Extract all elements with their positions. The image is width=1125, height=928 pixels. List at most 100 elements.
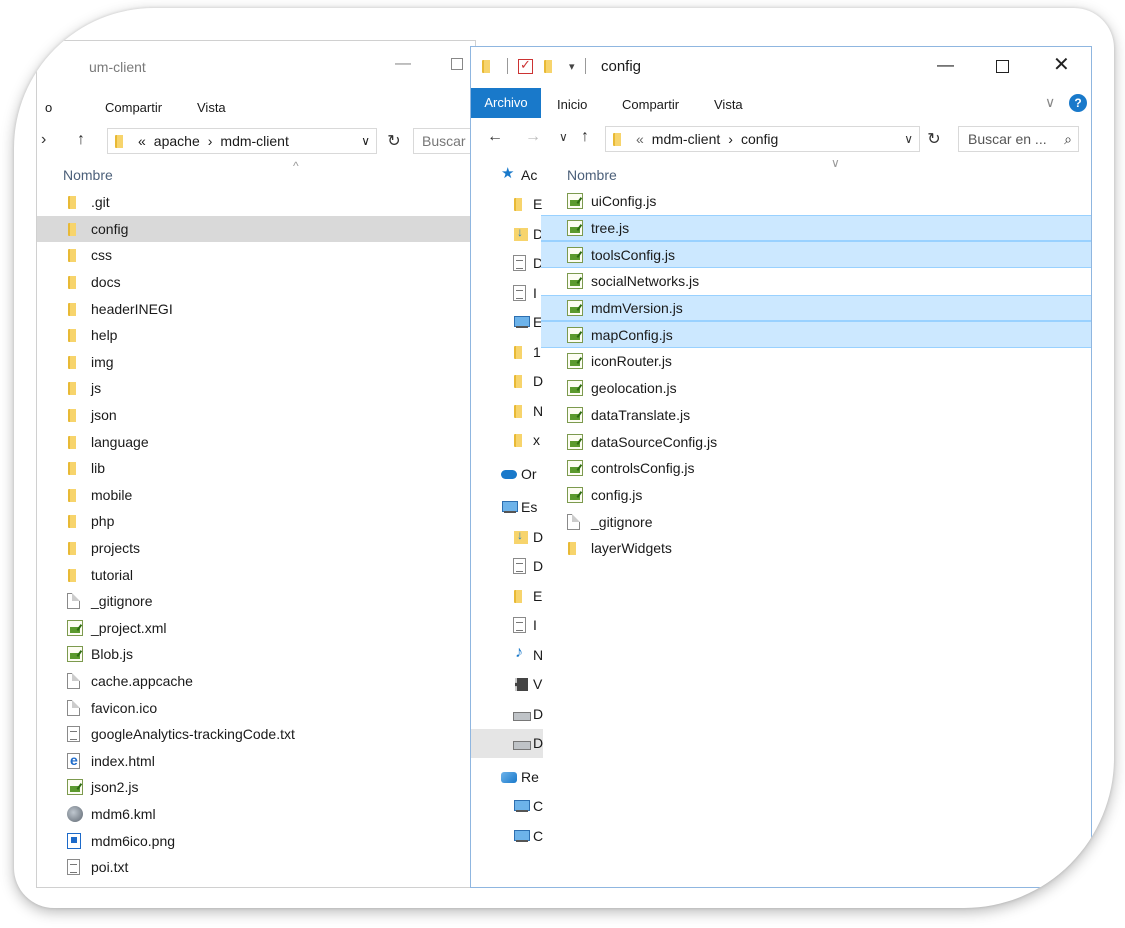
column-header-nombre[interactable]: Nombre ∨ (543, 156, 1091, 188)
nav-item[interactable]: E (471, 308, 543, 338)
list-item[interactable]: php (37, 508, 475, 535)
nav-item[interactable]: E (471, 581, 543, 611)
list-item[interactable]: cache.appcache (37, 668, 475, 695)
list-item[interactable]: mdm6.kml (37, 801, 475, 828)
forward-arrow-icon[interactable]: → (525, 128, 541, 146)
list-item[interactable]: mobile (37, 482, 475, 509)
up-arrow-icon[interactable]: ↑ (77, 131, 85, 149)
minimize-button[interactable]: — (937, 55, 954, 75)
list-item[interactable]: docs (37, 269, 475, 296)
list-item[interactable]: geolocation.js (541, 375, 1091, 402)
column-header-nombre[interactable]: Nombre ^ (37, 159, 475, 189)
nav-item[interactable]: N (471, 396, 543, 426)
maximize-button[interactable] (451, 58, 463, 70)
list-item[interactable]: dataTranslate.js (541, 402, 1091, 429)
list-item[interactable]: .git (37, 189, 475, 216)
list-item[interactable]: dataSourceConfig.js (541, 428, 1091, 455)
nav-item[interactable]: C (471, 792, 543, 822)
list-item[interactable]: iconRouter.js (541, 348, 1091, 375)
tab-compartir[interactable]: Compartir (622, 97, 679, 112)
list-item[interactable]: Blob.js (37, 641, 475, 668)
nav-item[interactable]: I (471, 611, 543, 641)
tab-vista[interactable]: Vista (197, 100, 226, 115)
minimize-button[interactable]: — (395, 55, 411, 73)
close-button[interactable]: ✕ (1053, 52, 1070, 77)
list-item[interactable]: googleAnalytics-trackingCode.txt (37, 721, 475, 748)
tab-vista[interactable]: Vista (714, 97, 743, 112)
qat-dropdown-icon[interactable]: ▾ (569, 60, 575, 73)
list-item[interactable]: language (37, 428, 475, 455)
breadcrumb-mdm-client[interactable]: mdm-client (652, 131, 720, 147)
list-item[interactable]: help (37, 322, 475, 349)
nav-item[interactable]: Es (471, 493, 543, 523)
address-bar[interactable]: « apache › mdm-client ∨ (107, 128, 377, 154)
nav-item[interactable]: Or (471, 459, 543, 489)
tab-inicio[interactable]: Inicio (557, 97, 587, 112)
list-item[interactable]: favicon.ico (37, 694, 475, 721)
list-item[interactable]: js (37, 375, 475, 402)
expand-ribbon-icon[interactable]: ∨ (1045, 94, 1055, 111)
breadcrumb-apache[interactable]: apache (154, 133, 200, 149)
nav-item[interactable]: D (471, 728, 543, 758)
nav-item[interactable]: D (471, 249, 543, 279)
chevron-down-icon[interactable]: ∨ (361, 134, 370, 148)
address-bar[interactable]: « mdm-client › config ∨ (605, 126, 920, 152)
nav-item[interactable]: Ac (471, 160, 543, 190)
tab-archivo[interactable]: Archivo (471, 88, 541, 118)
search-input[interactable]: Buscar en ... ⌕ (958, 126, 1079, 152)
list-item[interactable]: img (37, 349, 475, 376)
tab-compartir[interactable]: Compartir (105, 100, 162, 115)
list-item[interactable]: config.js (541, 482, 1091, 509)
list-item[interactable]: controlsConfig.js (541, 455, 1091, 482)
list-item[interactable]: json2.js (37, 774, 475, 801)
nav-item[interactable]: x (471, 426, 543, 456)
forward-arrow-icon[interactable]: › (41, 131, 46, 149)
nav-item[interactable]: D (471, 552, 543, 582)
nav-item[interactable]: D (471, 219, 543, 249)
list-item[interactable]: css (37, 242, 475, 269)
nav-item[interactable]: E (471, 190, 543, 220)
nav-item[interactable]: D (471, 522, 543, 552)
nav-item[interactable]: I (471, 278, 543, 308)
refresh-icon[interactable]: ↻ (921, 126, 947, 152)
list-item[interactable]: json (37, 402, 475, 429)
list-item[interactable]: socialNetworks.js (541, 268, 1091, 295)
nav-item[interactable]: D (471, 367, 543, 397)
list-item[interactable]: _project.xml (37, 615, 475, 642)
list-item[interactable]: _gitignore (541, 508, 1091, 535)
up-arrow-icon[interactable]: ↑ (581, 128, 589, 146)
list-item[interactable]: config (37, 215, 475, 243)
list-item[interactable]: mdm6ico.png (37, 827, 475, 854)
list-item[interactable]: tutorial (37, 561, 475, 588)
properties-check-icon[interactable] (518, 57, 533, 74)
list-item[interactable]: uiConfig.js (541, 188, 1091, 215)
list-item[interactable]: toolsConfig.js (541, 241, 1091, 269)
nav-item[interactable]: Re (471, 762, 543, 792)
help-icon[interactable]: ? (1069, 94, 1087, 112)
nav-item[interactable]: D (471, 699, 543, 729)
list-item[interactable]: layerWidgets (541, 535, 1091, 562)
list-item[interactable]: mapConfig.js (541, 321, 1091, 349)
list-item[interactable]: mdmVersion.js (541, 294, 1091, 322)
list-item[interactable]: tree.js (541, 214, 1091, 242)
chevron-down-icon[interactable]: ∨ (904, 132, 913, 146)
list-item[interactable]: poi.txt (37, 854, 475, 881)
tab-inicio[interactable]: o (45, 100, 52, 115)
recent-locations-icon[interactable]: ∨ (559, 130, 568, 144)
nav-item[interactable]: 1 (471, 337, 543, 367)
list-item[interactable]: _gitignore (37, 588, 475, 615)
list-item[interactable]: index.html (37, 747, 475, 774)
explorer-window-config: ▾ config — ✕ Archivo Inicio Compartir Vi… (470, 46, 1092, 888)
breadcrumb-mdm-client[interactable]: mdm-client (220, 133, 288, 149)
nav-item[interactable]: C (471, 821, 543, 851)
breadcrumb-config[interactable]: config (741, 131, 778, 147)
list-item[interactable]: lib (37, 455, 475, 482)
list-item[interactable]: projects (37, 535, 475, 562)
new-folder-icon[interactable] (543, 58, 559, 74)
refresh-icon[interactable]: ↻ (381, 128, 407, 154)
maximize-button[interactable] (996, 60, 1009, 73)
nav-item[interactable]: N (471, 640, 543, 670)
list-item[interactable]: headerINEGI (37, 295, 475, 322)
nav-item[interactable]: V (471, 670, 543, 700)
back-arrow-icon[interactable]: ← (487, 128, 503, 146)
